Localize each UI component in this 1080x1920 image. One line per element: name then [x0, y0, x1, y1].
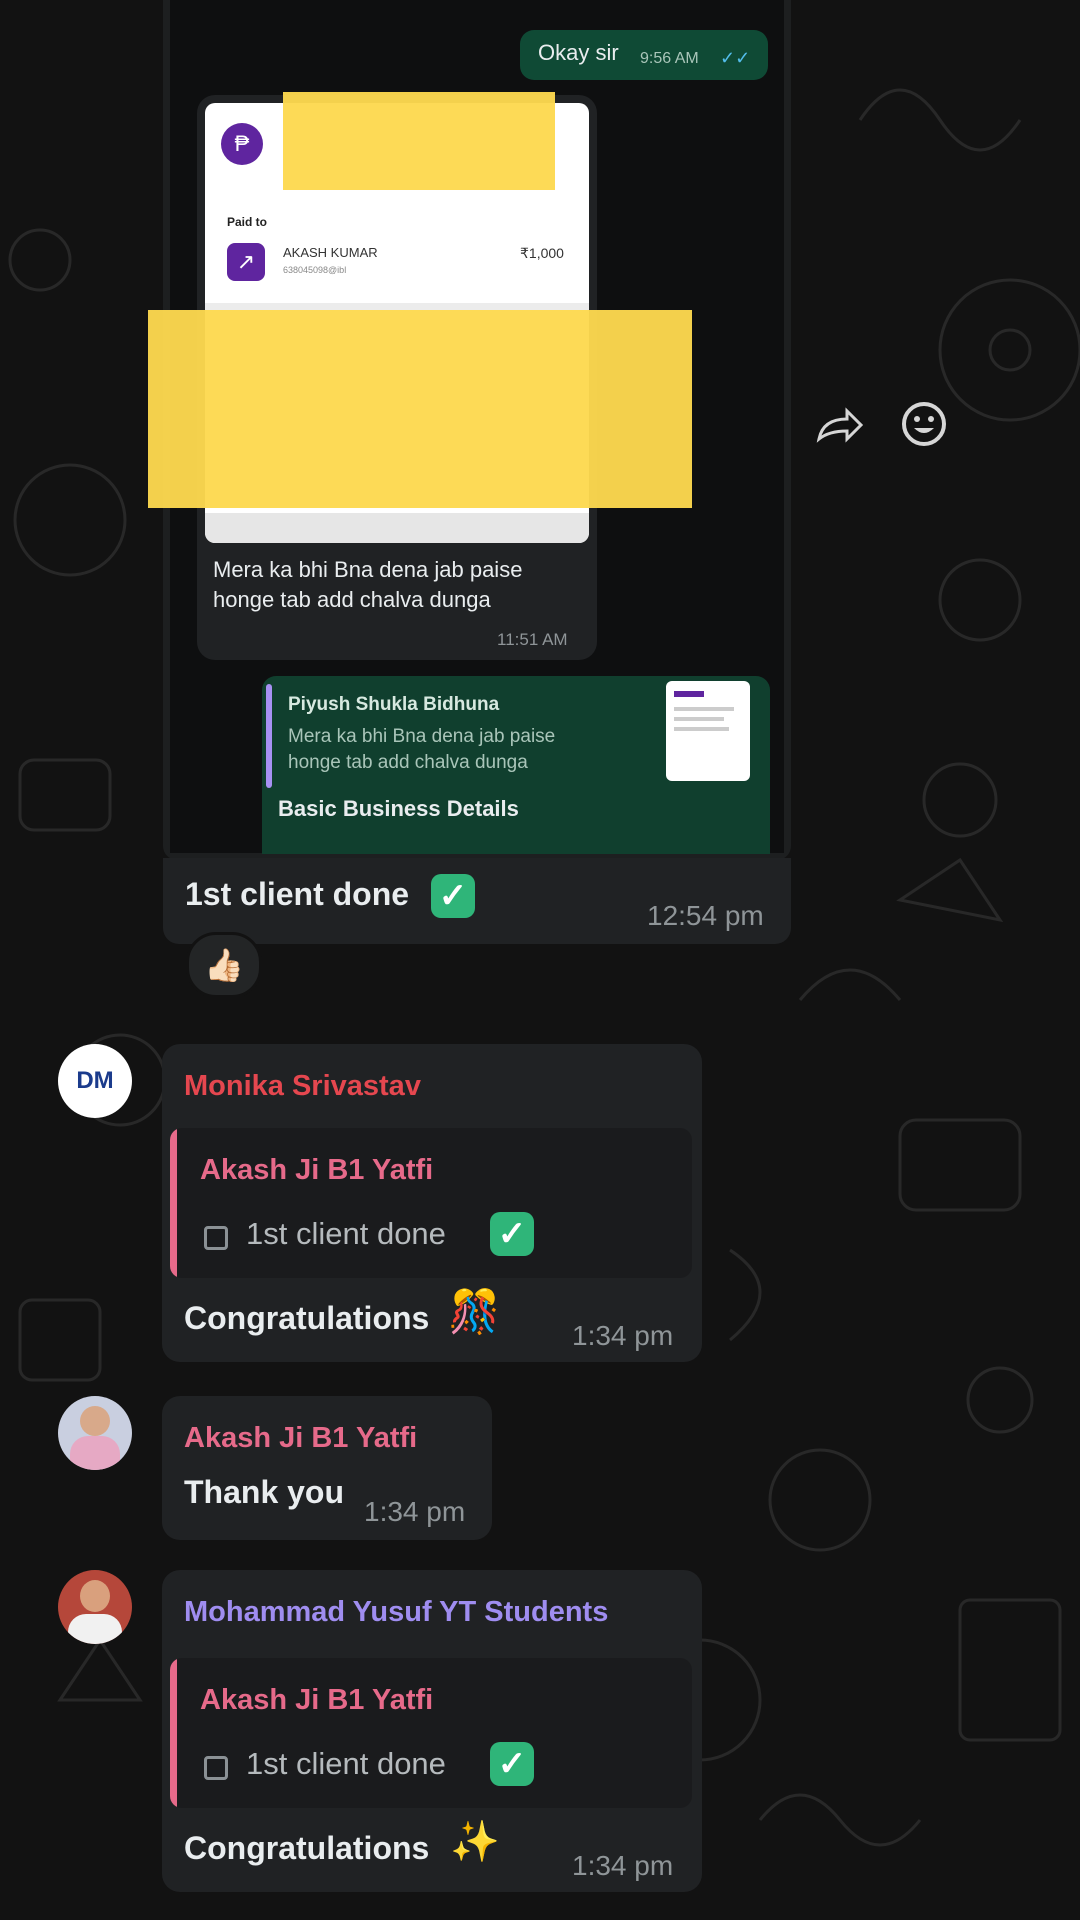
- message-time: 1:34 pm: [572, 1850, 674, 1881]
- sparkles-emoji-icon: ✨: [450, 1820, 500, 1864]
- smiley-icon[interactable]: [900, 400, 948, 448]
- message-mohammad[interactable]: Mohammad Yusuf YT Students Akash Ji B1 Y…: [162, 1570, 702, 1892]
- reaction-badge[interactable]: 👍🏻: [186, 932, 262, 998]
- message-text: Congratulations: [184, 1830, 430, 1866]
- reply-thumbnail-image: [666, 681, 750, 781]
- quoted-message[interactable]: Akash Ji B1 Yatfi 1st client done ✓: [170, 1658, 692, 1808]
- quote-sender: Akash Ji B1 Yatfi: [200, 1684, 434, 1716]
- thumbs-up-reaction: 👍🏻: [204, 947, 244, 983]
- message-sender: Mohammad Yusuf YT Students: [184, 1596, 609, 1628]
- quote-text: 1st client done: [246, 1746, 446, 1781]
- redaction-block-middle: [148, 310, 692, 508]
- message-text: Okay sir: [538, 40, 619, 65]
- avatar[interactable]: [58, 1396, 132, 1470]
- reply-quote-sender: Piyush Shukla Bidhuna: [288, 694, 500, 715]
- receipt-bottom-bar: [205, 513, 589, 543]
- check-mark-emoji-icon: ✓: [490, 1212, 534, 1256]
- forward-arrow-icon[interactable]: [815, 405, 865, 445]
- quote-accent-bar: [170, 1128, 177, 1278]
- payment-amount: ₹1,000: [520, 245, 564, 261]
- main-message-time: 12:54 pm: [647, 900, 764, 931]
- outgoing-message-okay[interactable]: Okay sir 9:56 AM ✓✓: [520, 30, 768, 80]
- main-message-caption-bar[interactable]: 1st client done ✓ 12:54 pm: [163, 858, 791, 944]
- reply-quote-bar: [266, 684, 272, 788]
- reply-quote-line-1: Mera ka bhi Bna dena jab paise: [288, 726, 556, 747]
- message-time: 1:34 pm: [364, 1496, 466, 1527]
- party-emoji-icon: 🎊: [448, 1288, 501, 1335]
- message-time: 9:56 AM: [640, 50, 699, 67]
- message-text: Thank you: [184, 1474, 345, 1510]
- avatar[interactable]: [58, 1570, 132, 1644]
- payee-upi: 638045098@ibl: [283, 265, 347, 275]
- paid-to-label: Paid to: [227, 215, 268, 229]
- avatar-logo-text: DM: [76, 1067, 114, 1094]
- check-mark-emoji-icon: ✓: [431, 874, 475, 918]
- image-icon: [204, 1226, 228, 1250]
- quote-sender: Akash Ji B1 Yatfi: [200, 1154, 434, 1186]
- message-time: 1:34 pm: [572, 1320, 674, 1351]
- redaction-block-top: [283, 92, 555, 190]
- phonepe-logo: ₱: [221, 123, 263, 165]
- image-icon: [204, 1756, 228, 1780]
- check-mark-emoji-icon: ✓: [490, 1742, 534, 1786]
- message-text: Congratulations: [184, 1300, 430, 1336]
- read-ticks-icon: ✓✓: [720, 48, 751, 68]
- message-akash[interactable]: Akash Ji B1 Yatfi Thank you 1:34 pm: [162, 1396, 492, 1540]
- image-message-time: 11:51 AM: [497, 630, 568, 649]
- message-sender: Akash Ji B1 Yatfi: [184, 1422, 418, 1454]
- reply-body-text: Basic Business Details: [278, 796, 519, 821]
- caption-line-2: honge tab add chalva dunga: [213, 587, 491, 612]
- quote-text: 1st client done: [246, 1216, 446, 1251]
- avatar[interactable]: DM: [58, 1044, 132, 1118]
- caption-line-1: Mera ka bhi Bna dena jab paise: [213, 557, 523, 582]
- payee-name: AKASH KUMAR: [283, 245, 378, 260]
- reply-quote-line-2: honge tab add chalva dunga: [288, 752, 528, 773]
- message-sender: Monika Srivastav: [184, 1070, 421, 1102]
- reply-preview-card[interactable]: Piyush Shukla Bidhuna Mera ka bhi Bna de…: [262, 676, 770, 854]
- message-monika[interactable]: Monika Srivastav Akash Ji B1 Yatfi 1st c…: [162, 1044, 702, 1362]
- main-message-text: 1st client done: [185, 876, 410, 912]
- payee-arrow-icon: ↗: [227, 243, 265, 281]
- quote-accent-bar: [170, 1658, 177, 1808]
- quoted-message[interactable]: Akash Ji B1 Yatfi 1st client done ✓: [170, 1128, 692, 1278]
